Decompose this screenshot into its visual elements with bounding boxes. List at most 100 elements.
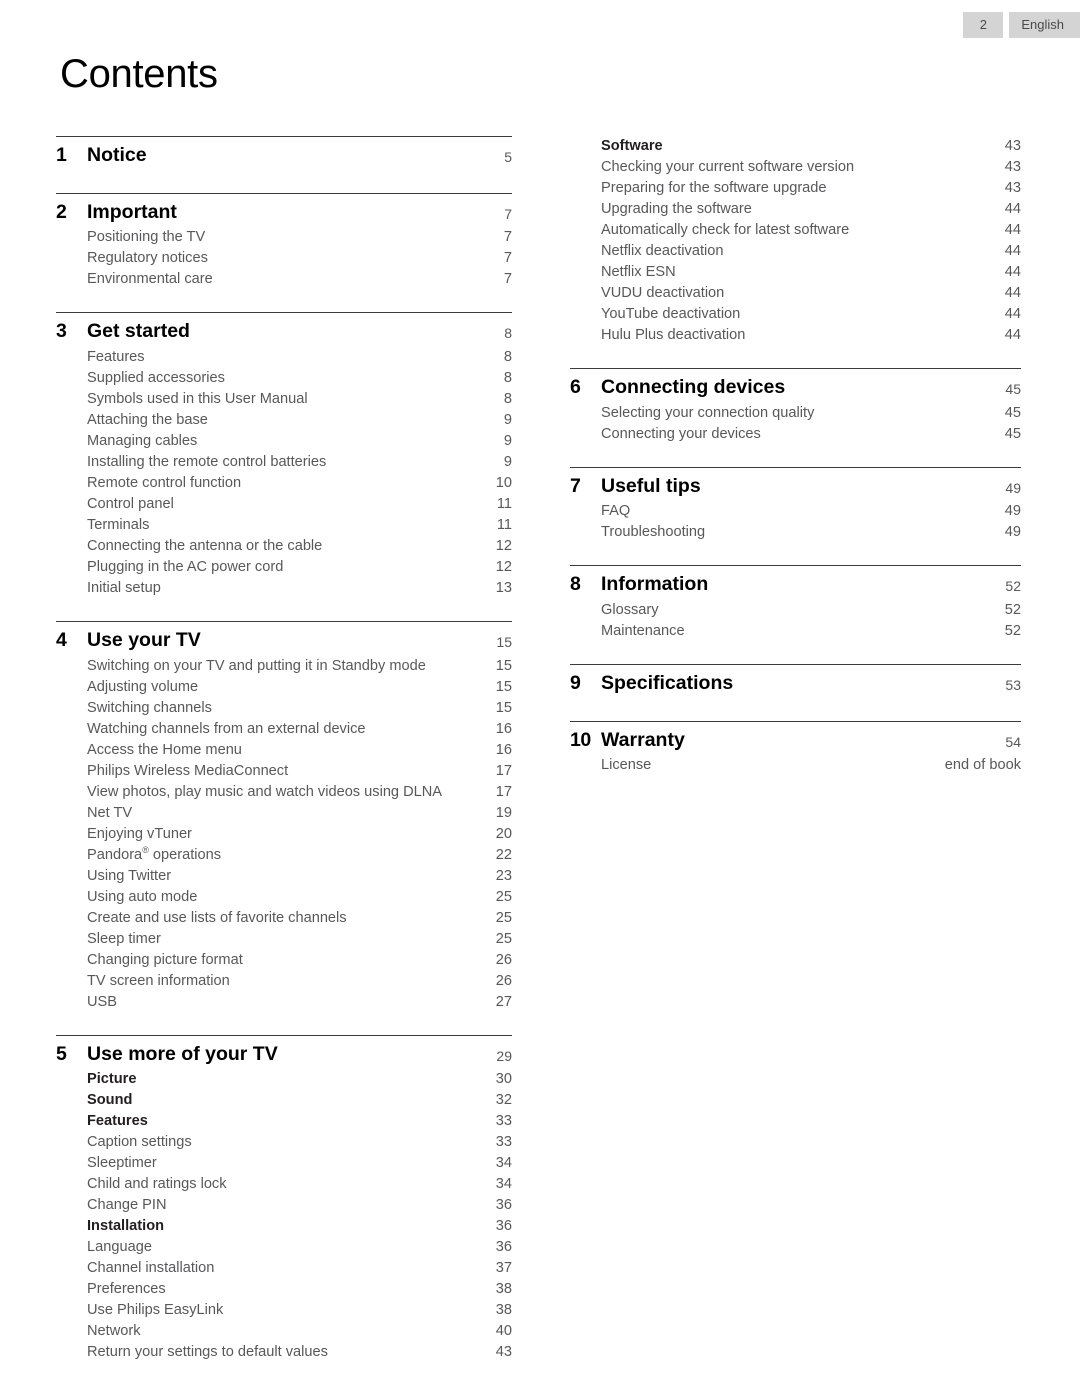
toc-sub-item[interactable]: Troubleshooting 49 <box>570 522 1021 543</box>
toc-sub-item[interactable]: Preferences 38 <box>56 1279 512 1300</box>
toc-sub-item-label: Attaching the base <box>87 412 208 429</box>
toc-sub-item[interactable]: Return your settings to default values 43 <box>56 1342 512 1363</box>
toc-sub-item[interactable]: Features 33 <box>56 1111 512 1132</box>
toc-section-heading[interactable]: 7 Useful tips 49 <box>570 473 1021 502</box>
toc-sub-item[interactable]: Automatically check for latest software 4… <box>570 220 1021 241</box>
toc-sub-item[interactable]: Control panel 11 <box>56 494 512 515</box>
toc-sub-item[interactable]: Glossary 52 <box>570 600 1021 621</box>
toc-section-heading[interactable]: 1 Notice 5 <box>56 142 512 171</box>
toc-sub-item-page: 30 <box>495 1071 512 1088</box>
toc-sub-item[interactable]: Terminals 11 <box>56 515 512 536</box>
toc-sub-item[interactable]: Use Philips EasyLink 38 <box>56 1300 512 1321</box>
toc-sub-item[interactable]: Network 40 <box>56 1321 512 1342</box>
toc-sub-item-label: Net TV <box>87 804 133 821</box>
toc-sub-item[interactable]: Using Twitter 23 <box>56 866 512 887</box>
toc-sub-item-page: 7 <box>503 229 512 246</box>
toc-sub-item[interactable]: Sleeptimer 34 <box>56 1153 512 1174</box>
toc-section-heading[interactable]: 10 Warranty 54 <box>570 727 1021 756</box>
toc-sub-item[interactable]: Initial setup 13 <box>56 578 512 599</box>
toc-sub-item[interactable]: Child and ratings lock 34 <box>56 1174 512 1195</box>
toc-sub-item-label: Return your settings to default values <box>87 1344 328 1361</box>
toc-sub-item[interactable]: Enjoying vTuner 20 <box>56 824 512 845</box>
toc-sub-item[interactable]: TV screen information 26 <box>56 971 512 992</box>
toc-sub-item[interactable]: Netflix deactivation 44 <box>570 241 1021 262</box>
toc-section-heading[interactable]: 9 Specifications 53 <box>570 670 1021 699</box>
toc-sub-list: License end of book <box>570 755 1021 776</box>
language-badge: English <box>1009 12 1080 38</box>
toc-sub-item[interactable]: Features 8 <box>56 347 512 368</box>
toc-sub-item[interactable]: Managing cables 9 <box>56 431 512 452</box>
toc-sub-item[interactable]: Pandora® operations 22 <box>56 845 512 866</box>
toc-sub-item[interactable]: Checking your current software version 43 <box>570 157 1021 178</box>
toc-sub-item[interactable]: Symbols used in this User Manual 8 <box>56 389 512 410</box>
toc-sub-item-label: Remote control function <box>87 475 242 492</box>
toc-sub-item[interactable]: View photos, play music and watch videos… <box>56 782 512 803</box>
toc-sub-item[interactable]: Upgrading the software 44 <box>570 199 1021 220</box>
toc-sub-item[interactable]: Remote control function 10 <box>56 473 512 494</box>
toc-sub-item-label: Changing picture format <box>87 951 243 968</box>
toc-section-label: Use more of your TV <box>87 1042 278 1065</box>
toc-sub-item[interactable]: Software 43 <box>570 136 1021 157</box>
toc-sub-item[interactable]: Preparing for the software upgrade 43 <box>570 178 1021 199</box>
toc-sub-item[interactable]: Environmental care 7 <box>56 269 512 290</box>
toc-sub-item[interactable]: USB 27 <box>56 992 512 1013</box>
toc-sub-item[interactable]: License end of book <box>570 755 1021 776</box>
toc-sub-item[interactable]: Installation 36 <box>56 1216 512 1237</box>
toc-sub-item[interactable]: Maintenance 52 <box>570 621 1021 642</box>
toc-sub-item[interactable]: Selecting your connection quality 45 <box>570 403 1021 424</box>
toc-sub-item[interactable]: Channel installation 37 <box>56 1258 512 1279</box>
toc-sub-item[interactable]: Supplied accessories 8 <box>56 368 512 389</box>
toc-sub-item-label: Features <box>87 1113 148 1130</box>
toc-sub-item[interactable]: Sound 32 <box>56 1090 512 1111</box>
toc-sub-item-page: 12 <box>495 538 512 555</box>
toc-section-number: 9 <box>570 672 581 695</box>
toc-sub-item[interactable]: Positioning the TV 7 <box>56 227 512 248</box>
toc-section-heading[interactable]: 4 Use your TV 15 <box>56 627 512 656</box>
toc-sub-item[interactable]: Philips Wireless MediaConnect 17 <box>56 761 512 782</box>
toc-sub-item[interactable]: Using auto mode 25 <box>56 887 512 908</box>
toc-section-heading[interactable]: 3 Get started 8 <box>56 318 512 347</box>
toc-sub-item[interactable]: Watching channels from an external devic… <box>56 719 512 740</box>
toc-sub-item[interactable]: Plugging in the AC power cord 12 <box>56 557 512 578</box>
toc-sub-item-page: 44 <box>1004 285 1021 301</box>
toc-section-heading[interactable]: 6 Connecting devices 45 <box>570 374 1021 403</box>
toc-sub-item[interactable]: YouTube deactivation 44 <box>570 304 1021 325</box>
toc-section-heading[interactable]: 8 Information 52 <box>570 571 1021 600</box>
toc-sub-item-page: 43 <box>1004 138 1021 154</box>
toc-sub-item[interactable]: VUDU deactivation 44 <box>570 283 1021 304</box>
toc-sub-item-label: Netflix deactivation <box>601 243 724 259</box>
toc-sub-item[interactable]: Changing picture format 26 <box>56 950 512 971</box>
toc-sub-item[interactable]: Picture 30 <box>56 1069 512 1090</box>
toc-section-number: 5 <box>56 1042 67 1065</box>
toc-sub-item[interactable]: Connecting the antenna or the cable 12 <box>56 536 512 557</box>
toc-sub-item[interactable]: Caption settings 33 <box>56 1132 512 1153</box>
toc-sub-item-page: 17 <box>495 762 512 779</box>
toc-sub-item-label: Installation <box>87 1218 165 1235</box>
toc-sub-item[interactable]: Switching channels 15 <box>56 698 512 719</box>
toc-sub-item[interactable]: Hulu Plus deactivation 44 <box>570 325 1021 346</box>
toc-sub-item[interactable]: Change PIN 36 <box>56 1195 512 1216</box>
toc-sub-item[interactable]: Switching on your TV and putting it in S… <box>56 656 512 677</box>
toc-sub-item-label: Sound <box>87 1092 133 1109</box>
toc-sub-item[interactable]: FAQ 49 <box>570 501 1021 522</box>
toc-sub-item[interactable]: Net TV 19 <box>56 803 512 824</box>
toc-sub-item[interactable]: Sleep timer 25 <box>56 929 512 950</box>
toc-sub-item[interactable]: Attaching the base 9 <box>56 410 512 431</box>
toc-sub-item-page: 38 <box>495 1302 512 1319</box>
toc-sub-item-page: 44 <box>1004 306 1021 322</box>
toc-sub-item[interactable]: Connecting your devices 45 <box>570 424 1021 445</box>
toc-sub-item[interactable]: Regulatory notices 7 <box>56 248 512 269</box>
toc-section: 9 Specifications 53 <box>570 664 1021 699</box>
toc-sub-item[interactable]: Netflix ESN 44 <box>570 262 1021 283</box>
toc-sub-item[interactable]: Adjusting volume 15 <box>56 677 512 698</box>
toc-sub-item[interactable]: Installing the remote control batteries 9 <box>56 452 512 473</box>
toc-section-label: Information <box>601 573 709 596</box>
toc-sub-item[interactable]: Language 36 <box>56 1237 512 1258</box>
toc-section-heading[interactable]: 5 Use more of your TV 29 <box>56 1041 512 1070</box>
toc-section-page: 5 <box>504 148 512 165</box>
toc-section-heading[interactable]: 2 Important 7 <box>56 199 512 228</box>
toc-sub-item[interactable]: Access the Home menu 16 <box>56 740 512 761</box>
toc-sub-item-page: 38 <box>495 1281 512 1298</box>
toc-sub-item[interactable]: Create and use lists of favorite channel… <box>56 908 512 929</box>
toc-section-page: 7 <box>504 205 512 222</box>
